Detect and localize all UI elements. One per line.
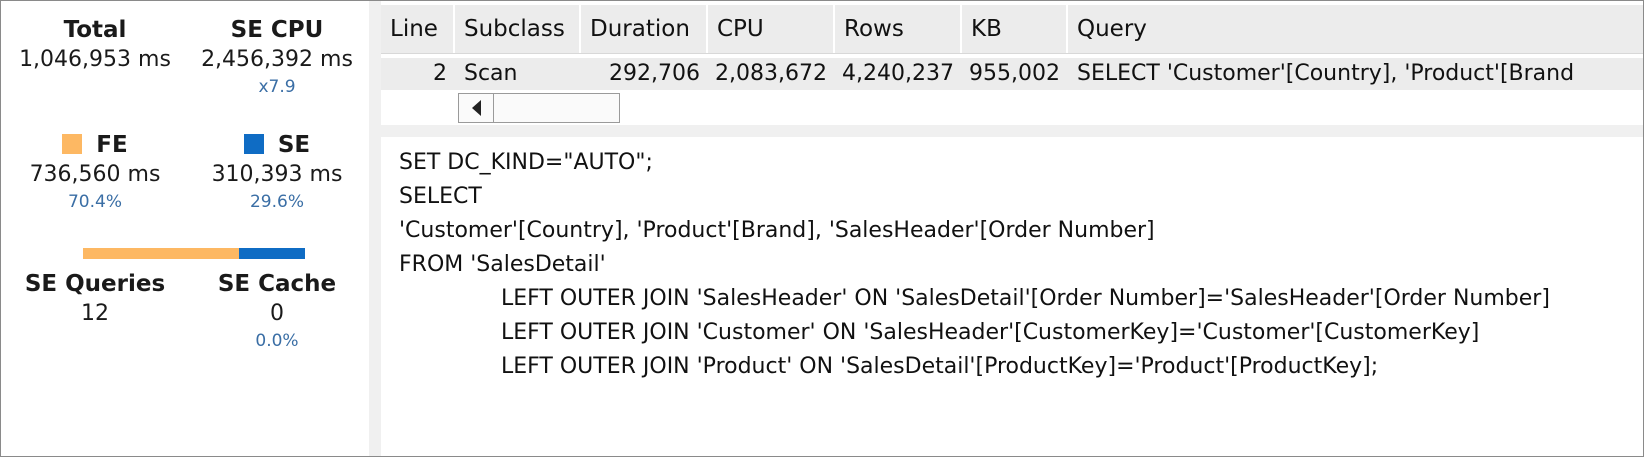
se-cache-label: SE Cache [217, 271, 337, 297]
se-cpu-value: 2,456,392 ms [201, 47, 353, 72]
column-header-subclass[interactable]: Subclass [455, 5, 581, 53]
cell-kb: 955,002 [969, 61, 1060, 86]
fe-se-split-bar [83, 248, 305, 259]
vertical-splitter[interactable] [369, 1, 381, 456]
se-stat: SE 310,393 ms 29.6% [185, 130, 369, 214]
fe-stat: FE 736,560 ms 70.4% [3, 130, 187, 214]
column-header-line[interactable]: Line [381, 5, 455, 53]
se-cache-stat: SE Cache 0 0.0% [185, 269, 369, 353]
query-line: LEFT OUTER JOIN 'Product' ON 'SalesDetai… [501, 354, 1379, 379]
cell-query: SELECT 'Customer'[Country], 'Product'[Br… [1077, 61, 1575, 86]
se-label: SE [277, 132, 311, 158]
se-cache-percent: 0.0% [255, 331, 299, 351]
grid-header: Line Subclass Duration CPU Rows KB Query [381, 5, 1643, 54]
se-value: 310,393 ms [211, 162, 343, 187]
server-timings-window: Total 1,046,953 ms SE CPU 2,456,392 ms x… [0, 0, 1644, 457]
query-line: LEFT OUTER JOIN 'SalesHeader' ON 'SalesD… [501, 286, 1550, 311]
query-line: 'Customer'[Country], 'Product'[Brand], '… [399, 218, 1155, 243]
fe-percent: 70.4% [67, 192, 122, 212]
se-queries-stat: SE Queries 12 [3, 269, 187, 329]
column-header-kb[interactable]: KB [962, 5, 1068, 53]
column-header-cpu[interactable]: CPU [708, 5, 835, 53]
se-queries-value: 12 [81, 301, 109, 326]
column-header-duration[interactable]: Duration [581, 5, 708, 53]
se-percent: 29.6% [249, 192, 304, 212]
total-stat: Total 1,046,953 ms [3, 15, 187, 75]
query-line: LEFT OUTER JOIN 'Customer' ON 'SalesHead… [501, 320, 1480, 345]
timings-grid: Line Subclass Duration CPU Rows KB Query… [381, 1, 1643, 125]
cell-line: 2 [433, 61, 447, 86]
horizontal-scrollbar[interactable] [458, 93, 620, 123]
cell-cpu: 2,083,672 [715, 61, 827, 86]
table-row[interactable]: 2 Scan 292,706 2,083,672 4,240,237 955,0… [381, 58, 1643, 90]
chevron-left-icon [471, 100, 481, 116]
total-label: Total [63, 17, 127, 43]
summary-panel: Total 1,046,953 ms SE CPU 2,456,392 ms x… [1, 1, 369, 456]
scroll-left-button[interactable] [459, 94, 494, 122]
fe-value: 736,560 ms [29, 162, 161, 187]
details-pane: Line Subclass Duration CPU Rows KB Query… [381, 1, 1643, 456]
se-cpu-ratio: x7.9 [258, 77, 296, 97]
cell-duration: 292,706 [609, 61, 700, 86]
cell-subclass: Scan [464, 61, 518, 86]
query-line: SELECT [399, 184, 482, 209]
total-value: 1,046,953 ms [19, 47, 171, 72]
query-line: FROM 'SalesDetail' [399, 252, 606, 277]
se-bar-segment [239, 248, 305, 259]
horizontal-splitter[interactable] [381, 125, 1643, 137]
se-cpu-label: SE CPU [230, 17, 324, 43]
fe-bar-segment [83, 248, 240, 259]
se-queries-label: SE Queries [24, 271, 166, 297]
column-header-query[interactable]: Query [1068, 5, 1643, 53]
cell-rows: 4,240,237 [842, 61, 954, 86]
se-cpu-stat: SE CPU 2,456,392 ms x7.9 [185, 15, 369, 99]
se-cache-value: 0 [270, 301, 284, 326]
fe-legend-swatch [62, 134, 83, 154]
fe-label: FE [96, 132, 128, 158]
query-line: SET DC_KIND="AUTO"; [399, 150, 653, 175]
column-header-rows[interactable]: Rows [835, 5, 962, 53]
se-legend-swatch [243, 134, 264, 154]
query-text-pane[interactable]: SET DC_KIND="AUTO"; SELECT 'Customer'[Co… [381, 137, 1643, 456]
